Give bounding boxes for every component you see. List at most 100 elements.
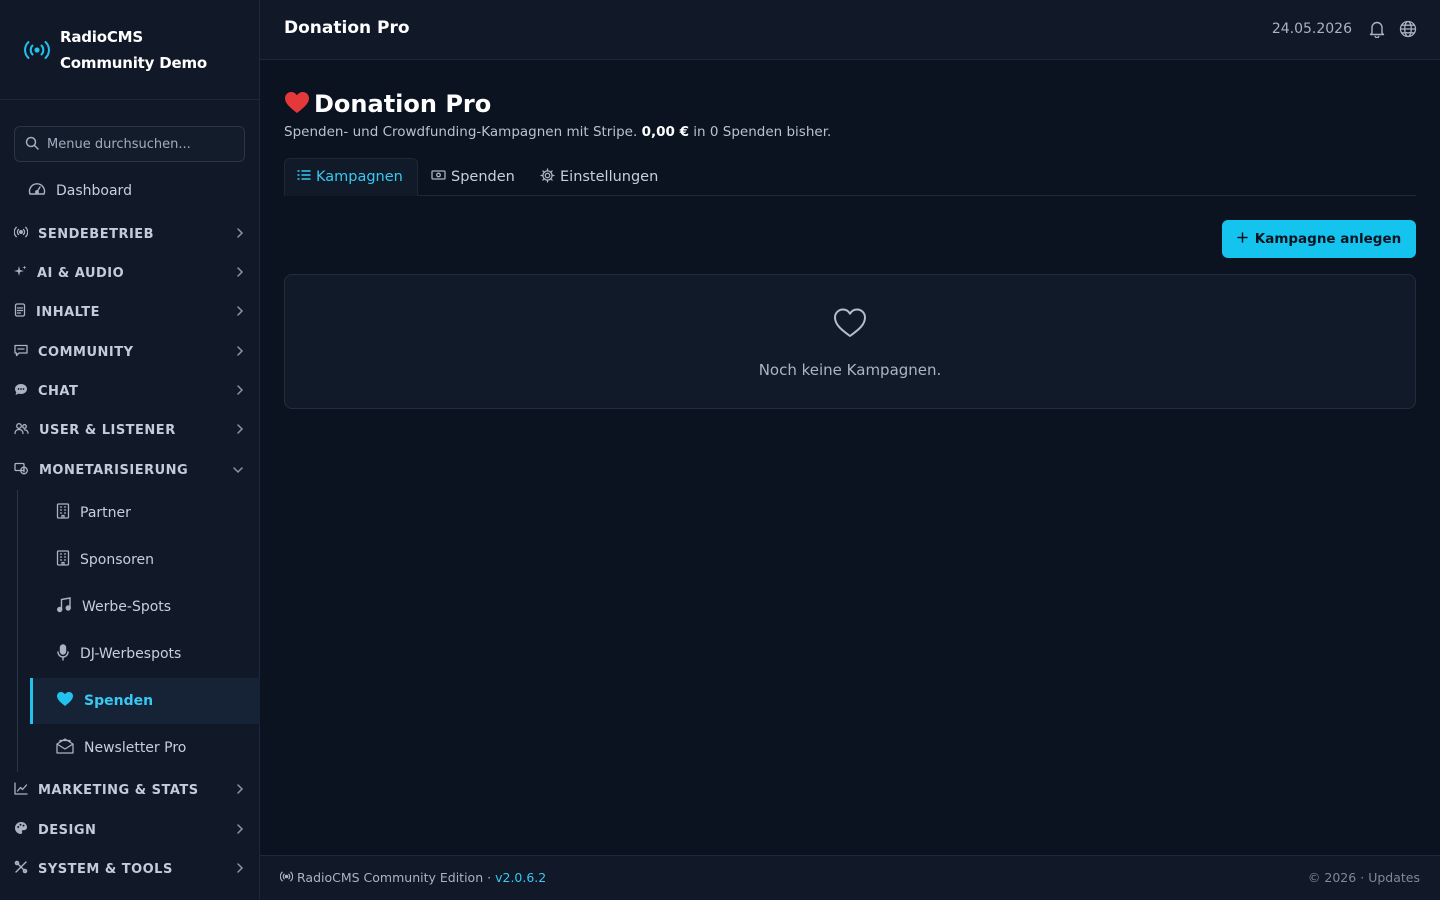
sidebar-section-community[interactable]: COMMUNITY xyxy=(14,340,246,364)
current-date: 24.05.2026 xyxy=(1271,21,1352,37)
sidebar-item-label: Sponsoren xyxy=(80,552,155,568)
sidebar-item-label: Newsletter Pro xyxy=(84,740,187,756)
footer-version-link[interactable]: v2.0.6.2 xyxy=(495,870,546,885)
building-icon xyxy=(56,550,70,570)
subtitle-text: Spenden- und Crowdfunding-Kampagnen mit … xyxy=(284,124,642,140)
chevron-right-icon xyxy=(236,423,244,439)
sidebar-section-user-listener[interactable]: USER & LISTENER xyxy=(14,418,246,442)
bell-icon[interactable] xyxy=(1369,20,1385,42)
building-icon xyxy=(56,503,70,523)
chevron-right-icon xyxy=(236,227,244,243)
chevron-right-icon xyxy=(236,305,244,321)
sidebar-item-werbe-spots[interactable]: Werbe-Spots xyxy=(30,584,260,630)
section-label: MONETARISIERUNG xyxy=(39,462,189,478)
document-icon xyxy=(14,303,26,321)
empty-state-card: Noch keine Kampagnen. xyxy=(284,274,1416,409)
music-note-icon xyxy=(56,597,72,617)
search-placeholder: Menue durchsuchen... xyxy=(47,136,191,152)
sidebar-item-label: DJ-Werbespots xyxy=(80,646,182,662)
sidebar: RadioCMS Community Demo Menue durchsuche… xyxy=(0,0,260,900)
sidebar-section-chat[interactable]: CHAT xyxy=(14,379,246,403)
chart-line-icon xyxy=(14,781,28,799)
chevron-right-icon xyxy=(236,384,244,400)
chevron-right-icon xyxy=(236,783,244,799)
tab-spenden[interactable]: Spenden xyxy=(431,158,515,196)
sidebar-item-partner[interactable]: Partner xyxy=(30,490,260,536)
gear-icon xyxy=(540,167,555,187)
globe-icon[interactable] xyxy=(1399,20,1417,42)
radio-broadcast-icon xyxy=(22,35,52,65)
sidebar-item-label: Werbe-Spots xyxy=(82,599,172,615)
palette-icon xyxy=(14,821,28,839)
tab-label: Einstellungen xyxy=(560,169,659,185)
broadcast-icon xyxy=(13,226,29,242)
broadcast-icon xyxy=(279,870,294,885)
add-campaign-button[interactable]: Kampagne anlegen xyxy=(1222,220,1416,258)
chevron-right-icon xyxy=(236,266,244,282)
page-heading-text: Donation Pro xyxy=(314,90,492,118)
gauge-icon xyxy=(28,181,46,201)
brand-subtitle: Community Demo xyxy=(60,53,208,72)
sidebar-item-sponsoren[interactable]: Sponsoren xyxy=(30,537,260,583)
sidebar-section-marketing-stats[interactable]: MARKETING & STATS xyxy=(14,778,246,802)
section-label: INHALTE xyxy=(36,304,101,320)
page-subtitle: Spenden- und Crowdfunding-Kampagnen mit … xyxy=(284,124,831,140)
topbar-title: Donation Pro xyxy=(284,18,410,38)
page-title: Donation Pro xyxy=(284,90,491,118)
chat-bubble-icon xyxy=(14,383,28,400)
users-icon xyxy=(14,422,29,439)
sidebar-item-label: Dashboard xyxy=(56,183,132,199)
total-amount: 0,00 € xyxy=(641,124,689,140)
topbar: Donation Pro 24.05.2026 xyxy=(260,0,1440,60)
sidebar-section-monetarisierung[interactable]: MONETARISIERUNG xyxy=(14,458,246,482)
tab-einstellungen[interactable]: Einstellungen xyxy=(540,158,658,196)
chevron-right-icon xyxy=(236,345,244,361)
sidebar-section-sendebetrieb[interactable]: SENDEBETRIEB xyxy=(13,222,246,246)
sidebar-section-ai-audio[interactable]: AI & AUDIO xyxy=(14,261,246,285)
sidebar-item-dashboard[interactable]: Dashboard xyxy=(28,178,132,204)
brand[interactable]: RadioCMS Community Demo xyxy=(0,0,259,100)
tab-label: Kampagnen xyxy=(316,169,403,185)
section-label: CHAT xyxy=(38,383,79,399)
section-label: COMMUNITY xyxy=(38,344,134,360)
tools-icon xyxy=(14,860,28,878)
tab-bar: Kampagnen Spenden Einstellungen xyxy=(284,158,1416,196)
submenu-guide-line xyxy=(17,490,18,772)
subtitle-count-text: in 0 Spenden bisher. xyxy=(688,124,832,140)
sidebar-item-spenden[interactable]: Spenden xyxy=(30,678,260,724)
section-label: MARKETING & STATS xyxy=(38,782,199,798)
chevron-right-icon xyxy=(236,862,244,878)
add-campaign-label: Kampagne anlegen xyxy=(1254,231,1402,247)
sidebar-item-newsletter-pro[interactable]: Newsletter Pro xyxy=(30,725,260,771)
heart-outline-icon xyxy=(833,307,867,343)
tab-label: Spenden xyxy=(451,169,515,185)
sidebar-section-inhalte[interactable]: INHALTE xyxy=(14,300,246,324)
footer-copyright: © 2026 xyxy=(1307,870,1357,885)
footer-separator: · xyxy=(487,870,492,885)
brand-name: RadioCMS xyxy=(60,27,143,46)
sidebar-item-label: Spenden xyxy=(84,693,154,709)
sidebar-section-system-tools[interactable]: SYSTEM & TOOLS xyxy=(14,857,246,881)
tab-kampagnen[interactable]: Kampagnen xyxy=(284,158,418,196)
heart-icon xyxy=(56,691,74,711)
section-label: USER & LISTENER xyxy=(39,422,176,438)
footer: RadioCMS Community Edition · v2.0.6.2 © … xyxy=(260,855,1440,900)
sidebar-section-design[interactable]: DESIGN xyxy=(14,818,246,842)
list-icon xyxy=(297,169,311,185)
money-icon xyxy=(14,462,29,479)
footer-updates-link[interactable]: Updates xyxy=(1368,870,1420,885)
message-square-icon xyxy=(14,344,28,361)
chevron-down-icon xyxy=(232,463,244,478)
cash-icon xyxy=(431,169,446,185)
section-label: DESIGN xyxy=(38,822,97,838)
search-icon xyxy=(25,135,39,154)
section-label: SENDEBETRIEB xyxy=(38,226,155,242)
heart-icon xyxy=(284,91,310,118)
footer-product-name: RadioCMS Community Edition xyxy=(297,870,484,885)
sparkle-icon xyxy=(14,265,27,282)
menu-search-input[interactable]: Menue durchsuchen... xyxy=(14,126,245,162)
plus-icon xyxy=(1237,231,1248,247)
sidebar-item-label: Partner xyxy=(80,505,131,521)
sidebar-item-dj-werbespots[interactable]: DJ-Werbespots xyxy=(30,631,260,677)
chevron-right-icon xyxy=(236,823,244,839)
